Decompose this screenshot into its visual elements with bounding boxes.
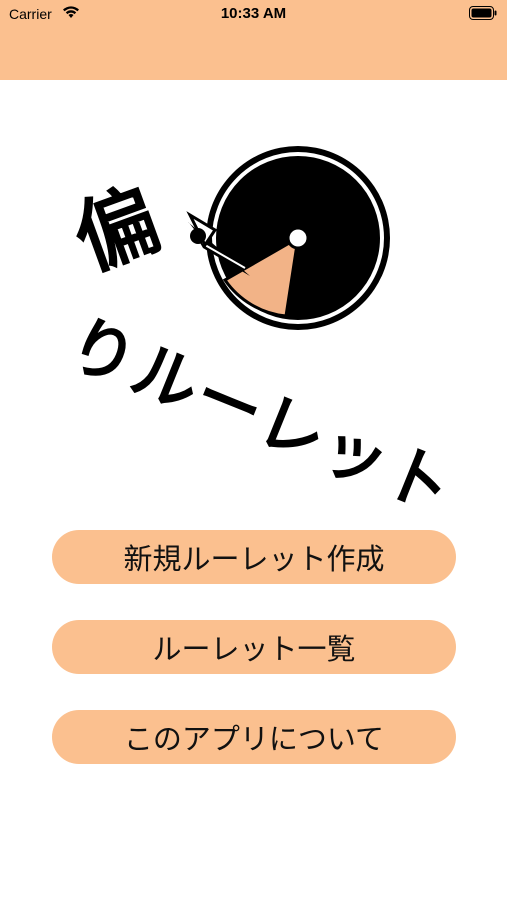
status-time: 10:33 AM bbox=[220, 5, 287, 22]
about-app-button[interactable]: このアプリについて bbox=[52, 710, 456, 764]
roulette-list-button[interactable]: ルーレット一覧 bbox=[52, 620, 456, 674]
header-bar: Carrier 10:33 AM bbox=[0, 0, 507, 80]
new-roulette-button[interactable]: 新規ルーレット作成 bbox=[52, 530, 456, 584]
battery-icon bbox=[469, 6, 497, 20]
status-bar: Carrier 10:33 AM bbox=[0, 0, 507, 28]
app-logo: 偏 りルーレット bbox=[40, 130, 480, 529]
